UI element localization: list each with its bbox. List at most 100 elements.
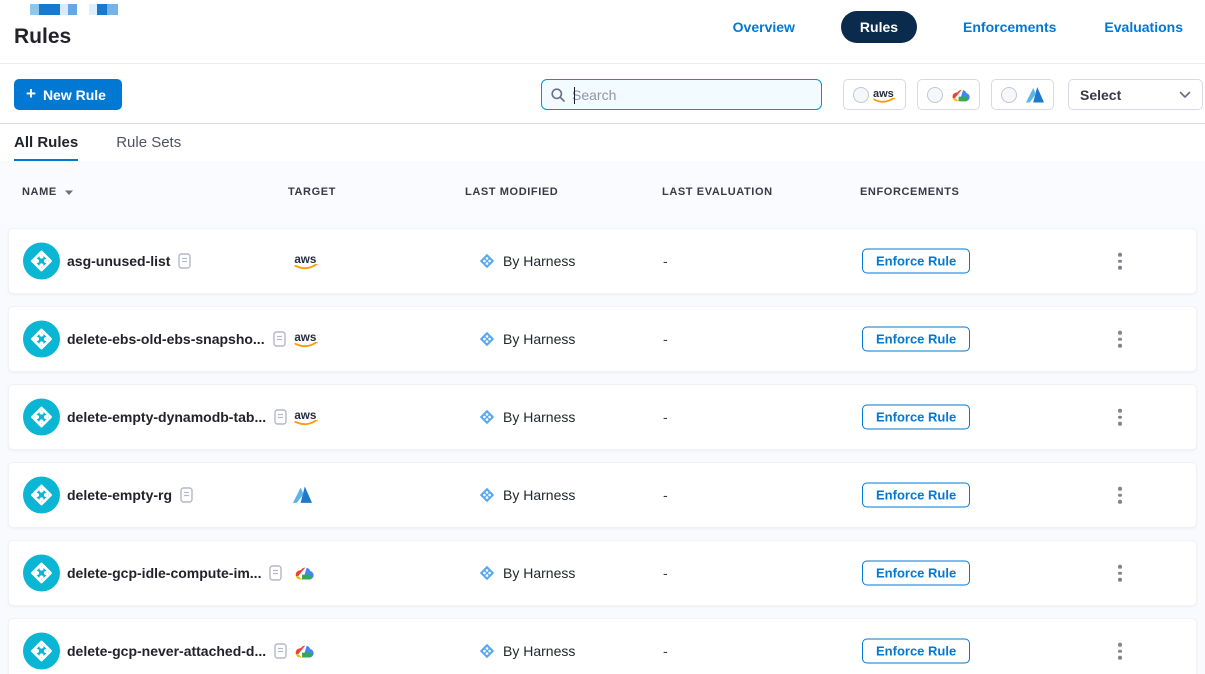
row-menu-button[interactable] [1109,253,1131,270]
gcp-icon [293,565,314,582]
table-row[interactable]: delete-ebs-old-ebs-snapsho... By Harness… [8,306,1197,372]
last-modified-cell: By Harness [479,253,575,269]
nav-enforcements[interactable]: Enforcements [961,11,1058,43]
copy-icon[interactable] [274,409,287,425]
kebab-icon [1118,487,1122,491]
kebab-icon [1118,565,1122,569]
radio-icon[interactable] [927,87,943,103]
last-modified-text: By Harness [503,253,575,269]
table-row[interactable]: delete-empty-rg By Harness - Enforce Rul… [8,462,1197,528]
harness-icon [479,409,495,425]
kebab-icon [1118,409,1122,413]
aws-icon [293,253,319,270]
copy-icon[interactable] [273,331,286,347]
last-modified-cell: By Harness [479,643,575,659]
search-input[interactable] [572,87,813,103]
rule-badge-icon [23,633,60,670]
select-label: Select [1080,87,1121,103]
column-enforcements: ENFORCEMENTS [860,186,959,198]
column-name[interactable]: NAME [22,186,74,198]
filter-gcp-toggle[interactable] [917,79,980,110]
text-caret [574,87,575,104]
target-cell [293,409,319,426]
sort-desc-icon [64,189,74,196]
enforce-rule-button[interactable]: Enforce Rule [862,639,970,664]
column-last-evaluation: LAST EVALUATION [662,186,773,198]
rule-badge-icon [23,243,60,280]
radio-icon[interactable] [853,87,869,103]
nav-evaluations[interactable]: Evaluations [1102,11,1185,43]
copy-icon[interactable] [178,253,191,269]
kebab-icon [1118,643,1122,647]
last-modified-text: By Harness [503,409,575,425]
table-row[interactable]: delete-gcp-idle-compute-im... By Harness… [8,540,1197,606]
aws-icon [293,331,319,348]
rule-badge-icon [23,477,60,514]
rule-name[interactable]: delete-ebs-old-ebs-snapsho... [67,331,265,347]
rules-list: asg-unused-list By Harness - Enforce Rul… [0,223,1205,674]
enforce-rule-button[interactable]: Enforce Rule [862,561,970,586]
new-rule-label: New Rule [43,87,106,103]
row-menu-button[interactable] [1109,409,1131,426]
tab-rule-sets[interactable]: Rule Sets [116,124,181,161]
provider-filters [843,79,1054,110]
enforce-rule-button[interactable]: Enforce Rule [862,483,970,508]
last-modified-text: By Harness [503,643,575,659]
rule-name[interactable]: delete-gcp-idle-compute-im... [67,565,261,581]
table-row[interactable]: asg-unused-list By Harness - Enforce Rul… [8,228,1197,294]
nav-overview[interactable]: Overview [731,11,797,43]
aws-icon [872,87,896,103]
select-dropdown[interactable]: Select [1068,79,1203,110]
nav-rules[interactable]: Rules [841,11,917,43]
table-row[interactable]: delete-gcp-never-attached-d... By Harnes… [8,618,1197,674]
copy-icon[interactable] [269,565,282,581]
column-last-modified: LAST MODIFIED [465,186,558,198]
copy-icon[interactable] [180,487,193,503]
enforce-rule-button[interactable]: Enforce Rule [862,249,970,274]
rule-name[interactable]: delete-gcp-never-attached-d... [67,643,266,659]
page-header: Rules Overview Rules Enforcements Evalua… [0,0,1205,64]
last-evaluation-cell: - [663,565,668,581]
last-modified-cell: By Harness [479,409,575,425]
row-menu-button[interactable] [1109,487,1131,504]
azure-icon [293,487,312,504]
tab-strip: All Rules Rule Sets [0,124,1205,161]
last-modified-cell: By Harness [479,487,575,503]
rule-name[interactable]: asg-unused-list [67,253,170,269]
last-modified-text: By Harness [503,487,575,503]
enforce-rule-button[interactable]: Enforce Rule [862,327,970,352]
row-menu-button[interactable] [1109,565,1131,582]
harness-icon [479,331,495,347]
new-rule-button[interactable]: + New Rule [14,79,122,110]
last-modified-text: By Harness [503,331,575,347]
last-evaluation-cell: - [663,331,668,347]
column-target: TARGET [288,186,336,198]
table-header: NAME TARGET LAST MODIFIED LAST EVALUATIO… [0,161,1205,223]
top-nav: Overview Rules Enforcements Evaluations [731,11,1185,43]
copy-icon[interactable] [274,643,287,659]
harness-icon [479,253,495,269]
last-evaluation-cell: - [663,643,668,659]
enforce-rule-button[interactable]: Enforce Rule [862,405,970,430]
kebab-icon [1118,253,1122,257]
radio-icon[interactable] [1001,87,1017,103]
last-modified-cell: By Harness [479,331,575,347]
search-box[interactable] [541,79,822,110]
table-row[interactable]: delete-empty-dynamodb-tab... By Harness … [8,384,1197,450]
filter-aws-toggle[interactable] [843,79,906,110]
target-cell [293,643,314,660]
gcp-icon [293,643,314,660]
harness-icon [479,643,495,659]
last-evaluation-cell: - [663,487,668,503]
tab-all-rules[interactable]: All Rules [14,124,78,161]
rule-badge-icon [23,321,60,358]
last-modified-text: By Harness [503,565,575,581]
rule-name[interactable]: delete-empty-dynamodb-tab... [67,409,266,425]
row-menu-button[interactable] [1109,331,1131,348]
filter-azure-toggle[interactable] [991,79,1054,110]
search-icon [550,87,566,103]
row-menu-button[interactable] [1109,643,1131,660]
rule-name[interactable]: delete-empty-rg [67,487,172,503]
plus-icon: + [26,85,36,102]
last-evaluation-cell: - [663,409,668,425]
